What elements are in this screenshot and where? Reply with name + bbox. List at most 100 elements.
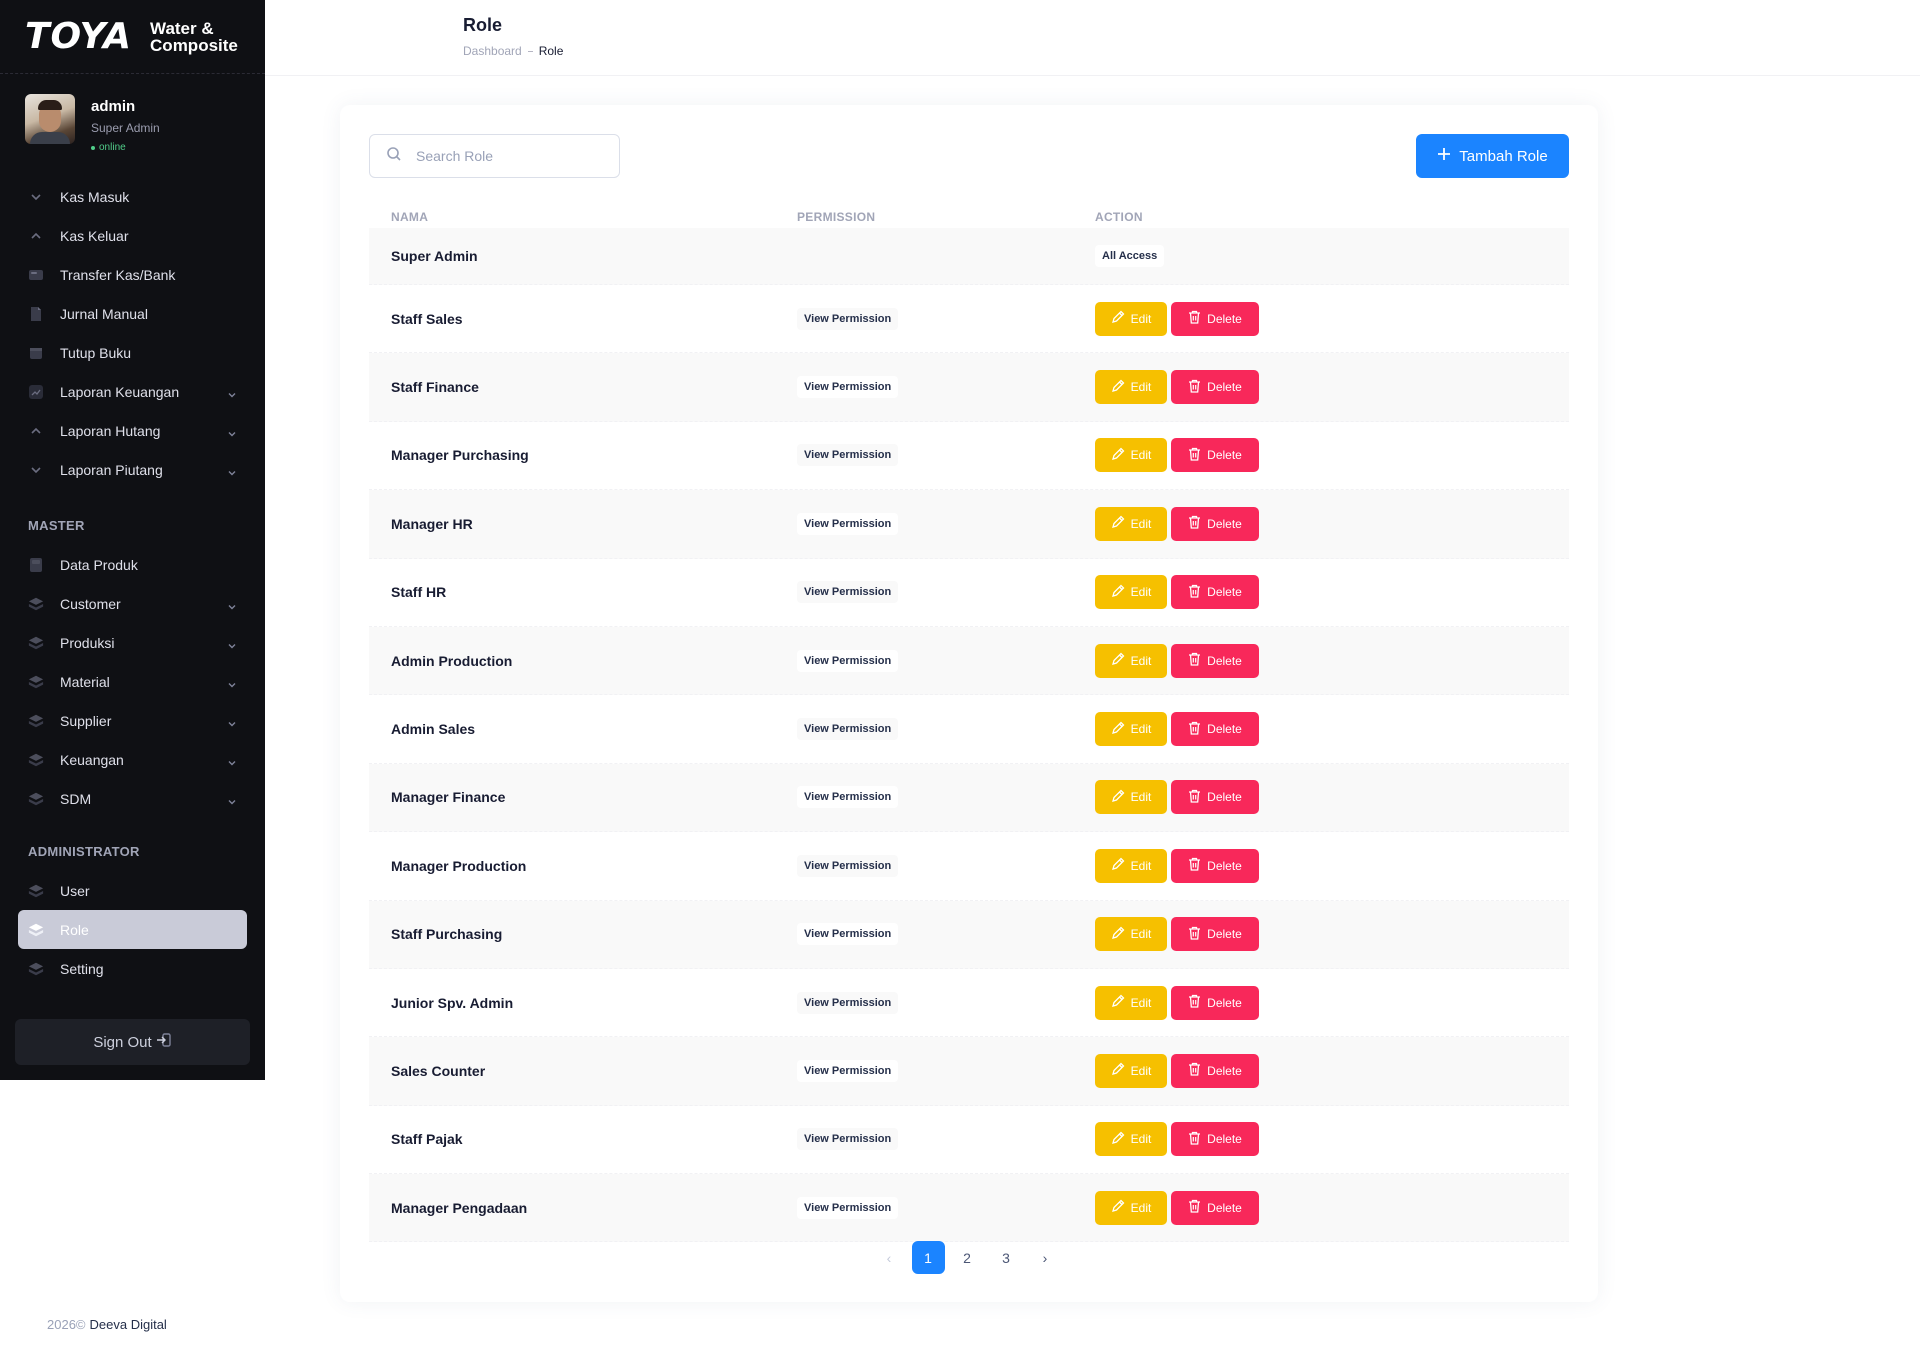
pagination-page-3[interactable]: 3	[990, 1241, 1023, 1274]
pagination-page-1[interactable]: 1	[911, 1241, 945, 1274]
pagination-prev-button[interactable]: ‹	[873, 1241, 906, 1274]
delete-button[interactable]: Delete	[1171, 712, 1259, 747]
delete-button[interactable]: Delete	[1171, 1122, 1259, 1157]
sidebar-item-customer[interactable]: Customer	[0, 584, 265, 623]
pagination-next-button[interactable]: ›	[1029, 1241, 1062, 1274]
delete-button[interactable]: Delete	[1171, 1190, 1259, 1225]
view-permission-button[interactable]: View Permission	[797, 376, 899, 399]
delete-button[interactable]: Delete	[1171, 438, 1259, 473]
role-name: Staff Pajak	[391, 1131, 463, 1148]
edit-button[interactable]: Edit	[1095, 438, 1167, 473]
delete-label: Delete	[1207, 790, 1242, 805]
sidebar-item-label: Setting	[60, 960, 104, 977]
sidebar-item-sdm[interactable]: SDM	[0, 779, 265, 818]
delete-button[interactable]: Delete	[1171, 506, 1259, 541]
view-permission-button[interactable]: View Permission	[797, 1059, 899, 1082]
sign-out-icon	[156, 1032, 172, 1052]
view-permission-button[interactable]: View Permission	[797, 649, 899, 672]
sidebar-master-section: MASTER Data Produk Customer Produksi Materi…	[0, 505, 265, 818]
search-box[interactable]	[369, 134, 620, 178]
avatar[interactable]	[25, 94, 75, 144]
pagination-page-2[interactable]: 2	[951, 1241, 984, 1274]
row-actions: Edit Delete	[1095, 643, 1259, 678]
sidebar-item-kas-keluar[interactable]: Kas Keluar	[0, 216, 265, 255]
search-input[interactable]	[416, 148, 616, 164]
sidebar-item-label: Keuangan	[60, 751, 124, 768]
role-name: Super Admin	[391, 248, 478, 264]
brand-subtitle-line2: Composite	[150, 35, 238, 55]
view-permission-button[interactable]: View Permission	[797, 444, 899, 467]
delete-button[interactable]: Delete	[1171, 780, 1259, 815]
row-actions: Edit Delete	[1095, 848, 1259, 883]
chevron-down-icon	[227, 794, 237, 804]
sidebar-item-supplier[interactable]: Supplier	[0, 701, 265, 740]
sidebar-item-laporan-keuangan[interactable]: Laporan Keuangan	[0, 372, 265, 411]
delete-button[interactable]: Delete	[1171, 370, 1259, 405]
edit-button[interactable]: Edit	[1095, 575, 1167, 610]
edit-label: Edit	[1130, 995, 1152, 1010]
pencil-icon	[1111, 994, 1125, 1011]
delete-label: Delete	[1207, 927, 1242, 942]
edit-button[interactable]: Edit	[1095, 780, 1167, 815]
edit-button[interactable]: Edit	[1095, 848, 1167, 883]
view-permission-button[interactable]: View Permission	[797, 718, 899, 741]
footer-company-link[interactable]: Deeva Digital	[90, 1317, 167, 1332]
view-permission-button[interactable]: View Permission	[797, 307, 899, 330]
delete-button[interactable]: Delete	[1171, 301, 1259, 336]
edit-button[interactable]: Edit	[1095, 370, 1167, 405]
sidebar-item-kas-masuk[interactable]: Kas Masuk	[0, 177, 265, 216]
edit-button[interactable]: Edit	[1095, 917, 1167, 952]
delete-button[interactable]: Delete	[1171, 848, 1259, 883]
add-role-button[interactable]: Tambah Role	[1416, 134, 1569, 178]
sidebar-item-role[interactable]: Role	[18, 910, 247, 949]
sidebar-item-produksi[interactable]: Produksi	[0, 623, 265, 662]
view-permission-button[interactable]: View Permission	[797, 1196, 899, 1219]
edit-button[interactable]: Edit	[1095, 1122, 1167, 1157]
sign-out-button[interactable]: Sign Out	[15, 1019, 250, 1065]
view-permission-button[interactable]: View Permission	[797, 991, 899, 1014]
edit-label: Edit	[1130, 380, 1152, 395]
delete-button[interactable]: Delete	[1171, 643, 1259, 678]
sidebar-item-label: User	[60, 882, 90, 899]
delete-button[interactable]: Delete	[1171, 1053, 1259, 1088]
edit-button[interactable]: Edit	[1095, 301, 1167, 336]
edit-button[interactable]: Edit	[1095, 1190, 1167, 1225]
sidebar-item-laporan-hutang[interactable]: Laporan Hutang	[0, 411, 265, 450]
pagination: ‹ 1 2 3 ›	[338, 1241, 1596, 1274]
edit-button[interactable]: Edit	[1095, 1053, 1167, 1088]
sidebar-item-user[interactable]: User	[0, 871, 265, 910]
edit-button[interactable]: Edit	[1095, 712, 1167, 747]
breadcrumb: Dashboard Role	[463, 44, 563, 58]
view-permission-button[interactable]: View Permission	[797, 1128, 899, 1151]
row-actions: Edit Delete	[1095, 301, 1259, 336]
edit-button[interactable]: Edit	[1095, 643, 1167, 678]
sidebar-item-transfer-kas-bank[interactable]: Transfer Kas/Bank	[0, 255, 265, 294]
delete-label: Delete	[1207, 1063, 1242, 1078]
breadcrumb-dashboard[interactable]: Dashboard	[463, 44, 522, 58]
view-permission-button[interactable]: View Permission	[797, 786, 899, 809]
sidebar-item-laporan-piutang[interactable]: Laporan Piutang	[0, 450, 265, 489]
brand[interactable]: TOYA Water & Composite	[0, 0, 265, 74]
sidebar-item-setting[interactable]: Setting	[0, 949, 265, 988]
section-title-administrator: ADMINISTRATOR	[28, 843, 140, 859]
view-permission-button[interactable]: View Permission	[797, 854, 899, 877]
chevron-down-icon	[227, 677, 237, 687]
view-permission-button[interactable]: View Permission	[797, 512, 899, 535]
sidebar-item-material[interactable]: Material	[0, 662, 265, 701]
delete-button[interactable]: Delete	[1171, 575, 1259, 610]
role-name: Staff HR	[391, 584, 447, 601]
delete-button[interactable]: Delete	[1171, 917, 1259, 952]
layers-icon	[28, 922, 44, 938]
delete-button[interactable]: Delete	[1171, 985, 1259, 1020]
edit-button[interactable]: Edit	[1095, 506, 1167, 541]
trash-icon	[1188, 857, 1201, 874]
sidebar-item-jurnal-manual[interactable]: Jurnal Manual	[0, 294, 265, 333]
sidebar-item-keuangan[interactable]: Keuangan	[0, 740, 265, 779]
view-permission-button[interactable]: View Permission	[797, 581, 899, 604]
row-actions: Edit Delete	[1095, 1122, 1259, 1157]
sidebar-item-tutup-buku[interactable]: Tutup Buku	[0, 333, 265, 372]
view-permission-button[interactable]: View Permission	[797, 923, 899, 946]
sidebar-item-data-produk[interactable]: Data Produk	[0, 545, 265, 584]
row-actions: Edit Delete	[1095, 1190, 1259, 1225]
edit-button[interactable]: Edit	[1095, 985, 1167, 1020]
